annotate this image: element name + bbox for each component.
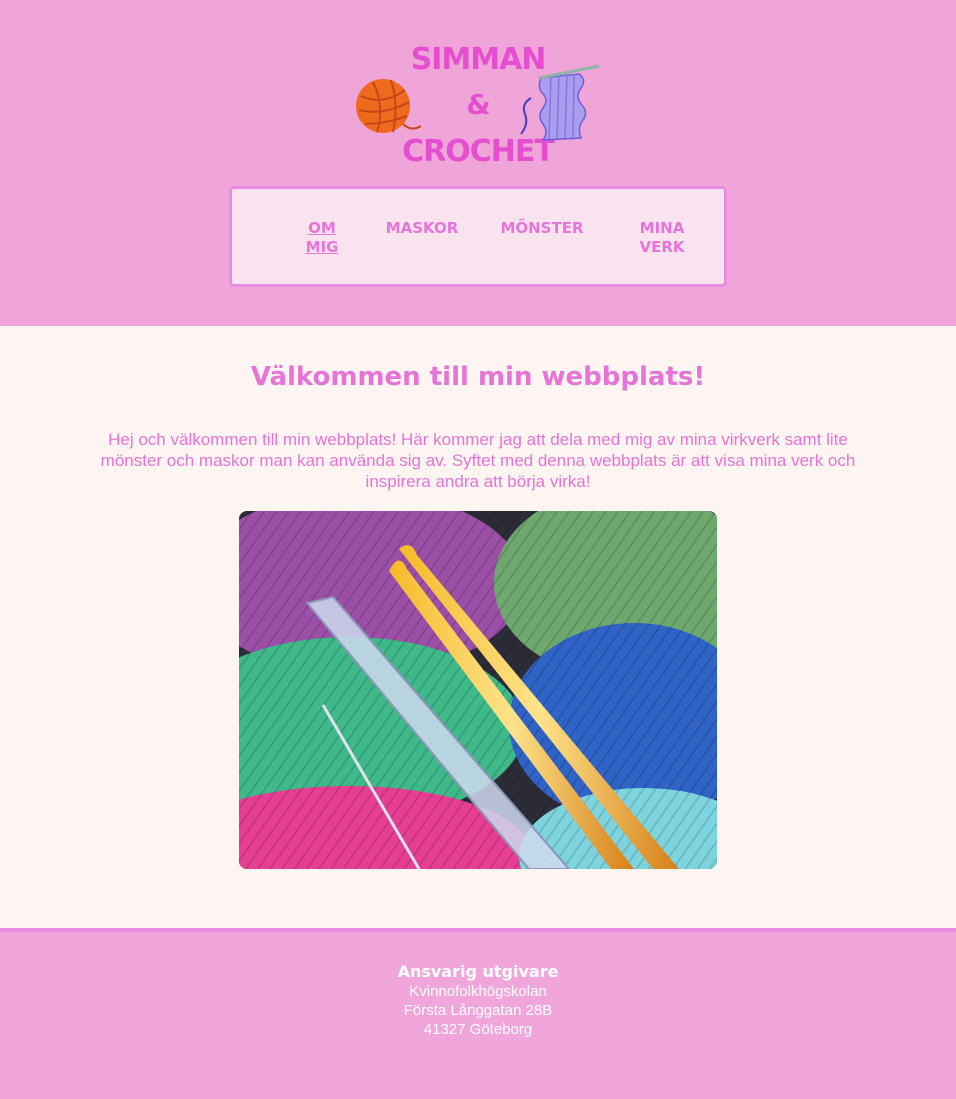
- yarn-ball-icon: [356, 79, 422, 133]
- nav-item-mina-verk[interactable]: MINA VERK: [627, 219, 697, 257]
- crochet-piece-icon: [520, 64, 600, 141]
- footer-city: 41327 Göteborg: [423, 1021, 533, 1038]
- nav-item-maskor[interactable]: MASKOR: [372, 219, 472, 238]
- intro-text: Hej och välkommen till min webbplats! Hä…: [100, 430, 856, 491]
- nav-item-monster[interactable]: MÖNSTER: [492, 219, 592, 238]
- footer-organization: Kvinnofolkhögskolan: [409, 983, 547, 1000]
- footer-title: Ansvarig utgivare: [397, 962, 559, 981]
- yarn-hooks-photo: [239, 511, 717, 869]
- nav-item-om-mig[interactable]: OM MIG: [292, 219, 352, 257]
- main-nav: OM MIG MASKOR MÖNSTER MINA VERK: [229, 186, 727, 287]
- site-header: SIMMAN & CROCHET OM MIG MASKOR MÖNSTER M…: [0, 0, 956, 326]
- site-logo[interactable]: SIMMAN & CROCHET: [347, 40, 609, 172]
- footer-street: Första Långgatan 28B: [403, 1002, 553, 1019]
- welcome-heading: Välkommen till min webbplats!: [250, 362, 706, 392]
- main-content: Välkommen till min webbplats! Hej och vä…: [0, 326, 956, 928]
- site-footer: Ansvarig utgivare Kvinnofolkhögskolan Fö…: [0, 932, 956, 1099]
